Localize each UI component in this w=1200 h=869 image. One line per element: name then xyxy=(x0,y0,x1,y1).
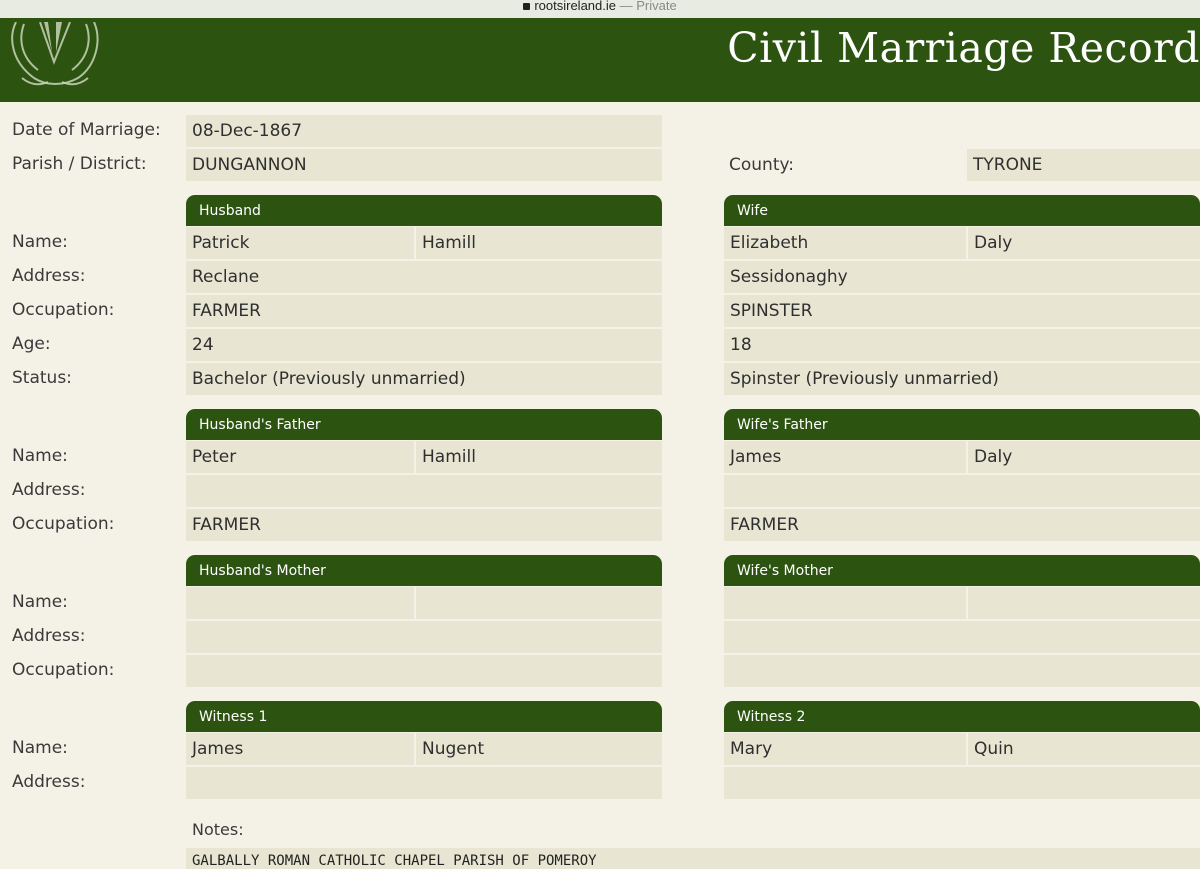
wife-mother-occupation xyxy=(724,655,1200,687)
wife-address: Sessidonaghy xyxy=(724,261,1200,293)
wife-age: 18 xyxy=(724,329,1200,361)
harp-logo-icon xyxy=(11,22,99,86)
husband-first-name: Patrick xyxy=(186,227,414,259)
wife-section-header: Wife xyxy=(724,195,1200,226)
witness2-first-name: Mary xyxy=(724,733,966,765)
occupation-label: Occupation: xyxy=(12,660,115,680)
name-label: Name: xyxy=(12,232,68,252)
wife-father-last-name: Daly xyxy=(968,441,1200,473)
wife-status: Spinster (Previously unmarried) xyxy=(724,363,1200,395)
husband-mother-section-header: Husband's Mother xyxy=(186,555,662,586)
notes-value: GALBALLY ROMAN CATHOLIC CHAPEL PARISH OF… xyxy=(186,848,1200,869)
lock-icon xyxy=(523,3,531,10)
husband-mother-occupation xyxy=(186,655,662,687)
wife-mother-last-name xyxy=(968,587,1200,619)
wife-mother-section-header: Wife's Mother xyxy=(724,555,1200,586)
page-header: Civil Marriage Record xyxy=(0,18,1200,102)
date-of-marriage-value: 08-Dec-1867 xyxy=(186,115,662,147)
county-label: County: xyxy=(729,155,795,175)
address-label: Address: xyxy=(12,626,86,646)
wife-father-occupation: FARMER xyxy=(724,509,1200,541)
date-of-marriage-label: Date of Marriage: xyxy=(12,120,161,140)
page-title: Civil Marriage Record xyxy=(727,24,1200,72)
husband-age: 24 xyxy=(186,329,662,361)
husband-last-name: Hamill xyxy=(416,227,662,259)
address-label: Address: xyxy=(12,266,86,286)
husband-father-last-name: Hamill xyxy=(416,441,662,473)
notes-label: Notes: xyxy=(192,820,244,839)
witness1-section-header: Witness 1 xyxy=(186,701,662,732)
wife-first-name: Elizabeth xyxy=(724,227,966,259)
witness1-address xyxy=(186,767,662,799)
husband-father-occupation: FARMER xyxy=(186,509,662,541)
occupation-label: Occupation: xyxy=(12,300,115,320)
wife-mother-address xyxy=(724,621,1200,653)
husband-mother-address xyxy=(186,621,662,653)
husband-father-first-name: Peter xyxy=(186,441,414,473)
name-label: Name: xyxy=(12,738,68,758)
wife-mother-first-name xyxy=(724,587,966,619)
husband-father-address xyxy=(186,475,662,507)
age-label: Age: xyxy=(12,334,51,354)
wife-father-first-name: James xyxy=(724,441,966,473)
husband-mother-last-name xyxy=(416,587,662,619)
parish-label: Parish / District: xyxy=(12,154,147,174)
name-label: Name: xyxy=(12,446,68,466)
husband-section-header: Husband xyxy=(186,195,662,226)
address-label: Address: xyxy=(12,772,86,792)
witness2-last-name: Quin xyxy=(968,733,1200,765)
county-value: TYRONE xyxy=(967,149,1200,181)
wife-last-name: Daly xyxy=(968,227,1200,259)
private-mode-label: — Private xyxy=(615,0,677,13)
status-label: Status: xyxy=(12,368,72,388)
witness1-first-name: James xyxy=(186,733,414,765)
husband-address: Reclane xyxy=(186,261,662,293)
husband-mother-first-name xyxy=(186,587,414,619)
wife-father-address xyxy=(724,475,1200,507)
wife-occupation: SPINSTER xyxy=(724,295,1200,327)
witness2-section-header: Witness 2 xyxy=(724,701,1200,732)
occupation-label: Occupation: xyxy=(12,514,115,534)
husband-status: Bachelor (Previously unmarried) xyxy=(186,363,662,395)
witness1-last-name: Nugent xyxy=(416,733,662,765)
browser-address-bar[interactable]: rootsireland.ie — Private xyxy=(0,0,1200,18)
husband-occupation: FARMER xyxy=(186,295,662,327)
husband-father-section-header: Husband's Father xyxy=(186,409,662,440)
parish-value: DUNGANNON xyxy=(186,149,662,181)
witness2-address xyxy=(724,767,1200,799)
wife-father-section-header: Wife's Father xyxy=(724,409,1200,440)
address-label: Address: xyxy=(12,480,86,500)
address-host: rootsireland.ie xyxy=(534,0,616,13)
name-label: Name: xyxy=(12,592,68,612)
